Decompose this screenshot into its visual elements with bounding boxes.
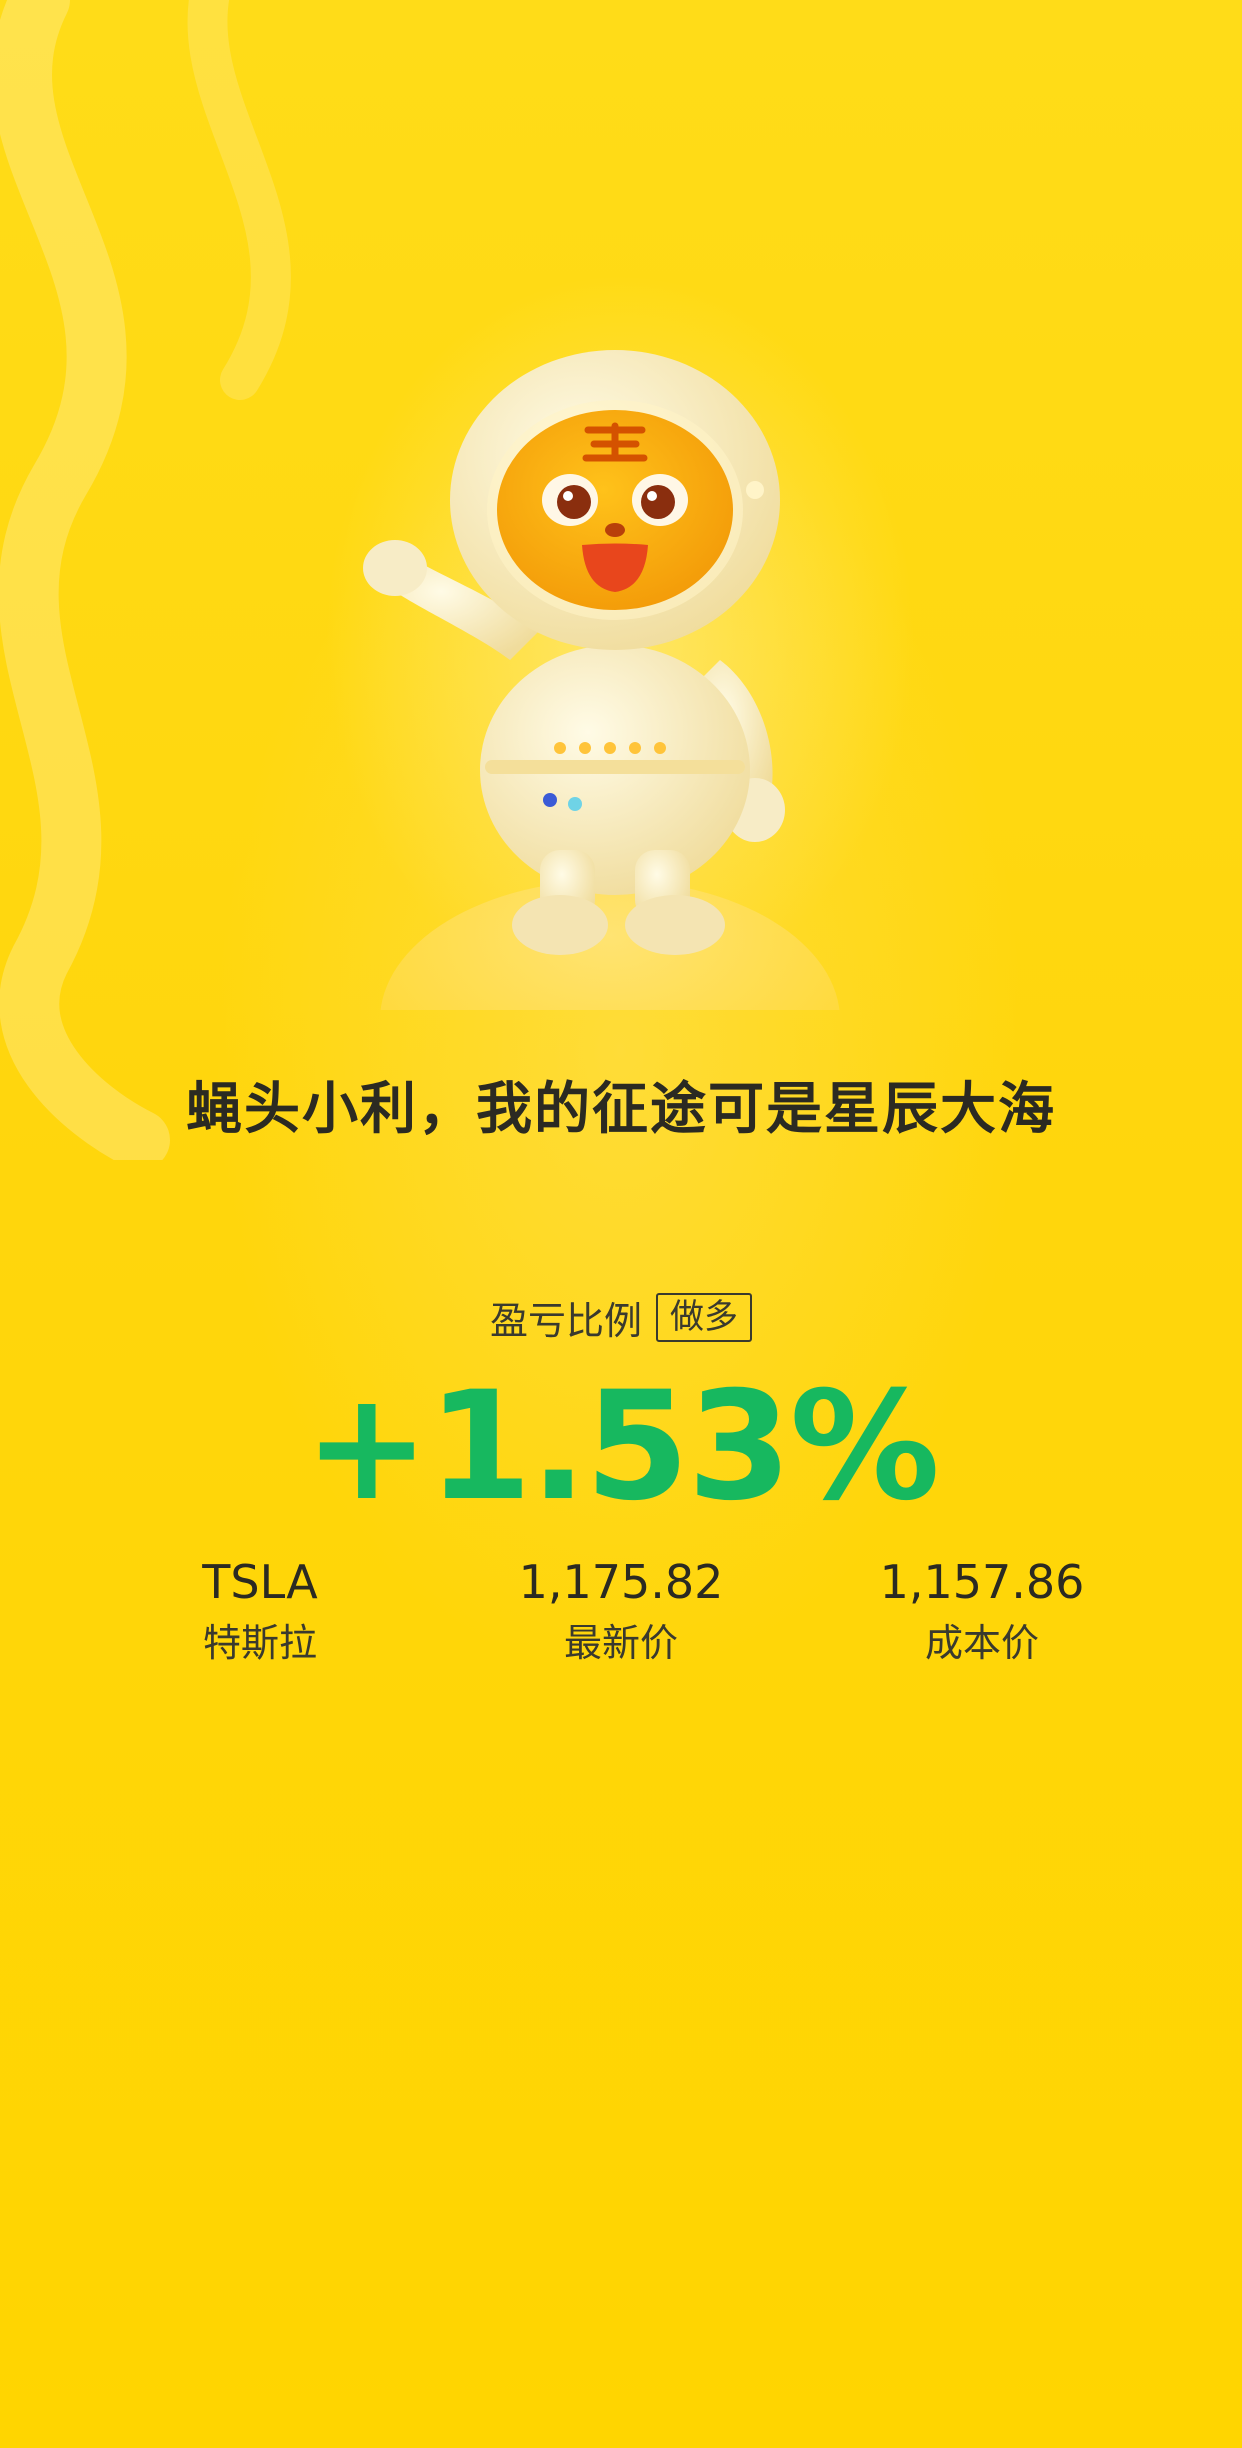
stat-latest-price: 1,175.82 最新价 <box>441 1552 801 1668</box>
profit-ratio-label: 盈亏比例 <box>489 1299 642 1343</box>
stat-cost-price: 1,157.86 成本价 <box>802 1552 1162 1668</box>
stat-ticker-label: 特斯拉 <box>202 1621 317 1665</box>
profit-ratio-row: 盈亏比例 做多 <box>0 1290 1242 1345</box>
stat-cost-price-label: 成本价 <box>924 1621 1039 1665</box>
stat-cost-price-value: 1,157.86 <box>879 1555 1085 1609</box>
stat-latest-price-value: 1,175.82 <box>518 1555 724 1609</box>
tiger-astronaut-mascot <box>363 350 840 1010</box>
stat-ticker-value: TSLA <box>202 1555 318 1609</box>
position-direction-badge: 做多 <box>656 1292 752 1343</box>
stat-latest-price-label: 最新价 <box>563 1621 678 1665</box>
slogan-text: 蝇头小利，我的征途可是星辰大海 <box>186 1077 1056 1142</box>
stat-ticker: TSLA 特斯拉 <box>80 1552 440 1668</box>
profit-percent: +1.53% <box>303 1360 940 1534</box>
